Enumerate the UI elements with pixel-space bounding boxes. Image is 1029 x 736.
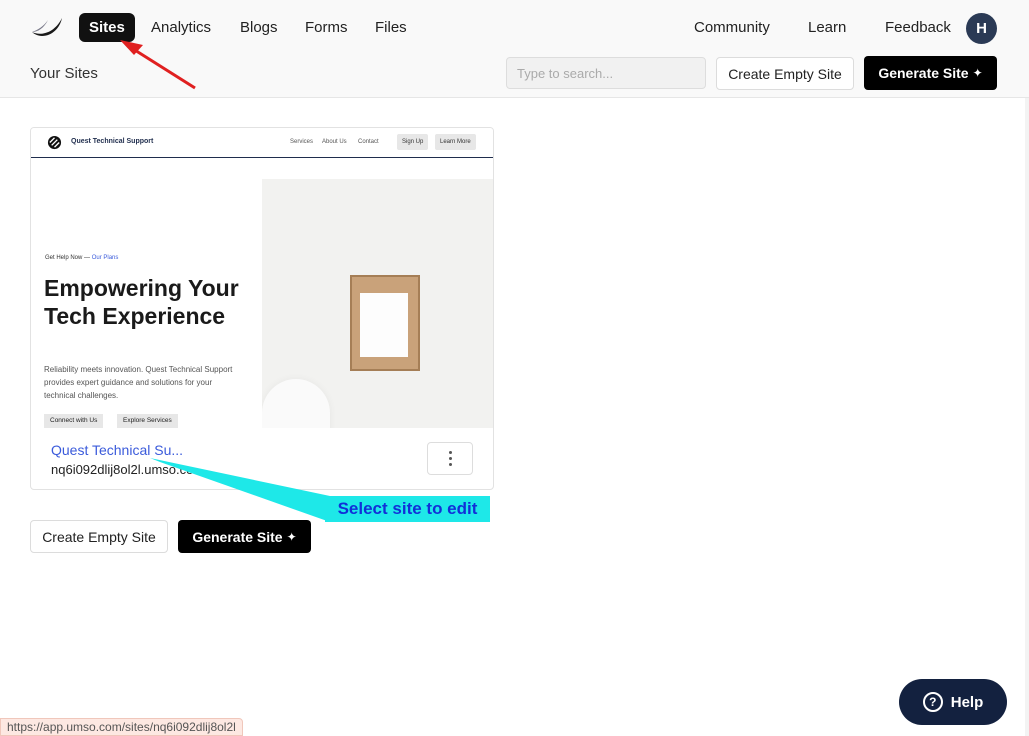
preview-nav-button: Sign Up [397, 134, 429, 150]
site-name-link[interactable]: Quest Technical Su... [51, 442, 183, 458]
preview-nav-link: Contact [358, 139, 379, 145]
nav-analytics[interactable]: Analytics [141, 13, 221, 42]
generate-site-label: Generate Site [192, 528, 283, 545]
generate-site-button-top[interactable]: Generate Site ✦ [864, 56, 997, 90]
nav-learn[interactable]: Learn [798, 13, 856, 42]
preview-logo-icon [47, 135, 62, 150]
preview-frame-paper [360, 293, 408, 357]
generate-site-label: Generate Site [878, 65, 969, 81]
kebab-dot [448, 451, 452, 454]
kebab-dot [448, 463, 452, 466]
preview-nav-link: About Us [322, 139, 347, 145]
search-input[interactable] [506, 57, 706, 89]
preview-nav-button: Learn More [435, 134, 476, 150]
create-empty-site-button-top[interactable]: Create Empty Site [716, 57, 854, 90]
preview-headline: Empowering Your Tech Experience [44, 275, 239, 329]
kebab-dot [448, 457, 452, 460]
site-subdomain: nq6i092dlij8ol2l.umso.co [51, 462, 194, 477]
help-button[interactable]: ? Help [899, 679, 1007, 725]
nav-blogs[interactable]: Blogs [230, 13, 288, 42]
preview-cta-button: Connect with Us [44, 414, 104, 428]
nav-files[interactable]: Files [365, 13, 417, 42]
more-options-button[interactable] [427, 442, 473, 475]
preview-eyebrow: Get Help Now — Our Plans [45, 255, 119, 261]
site-preview-thumbnail[interactable]: Quest Technical Support Services About U… [31, 128, 493, 428]
create-empty-site-button[interactable]: Create Empty Site [30, 520, 168, 553]
top-navigation-bar: Sites Analytics Blogs Forms Files Commun… [0, 0, 1029, 98]
user-avatar[interactable]: H [966, 13, 997, 44]
umso-logo-icon[interactable] [30, 14, 64, 38]
preview-nav-link: Services [290, 139, 314, 145]
preview-lamp-shape [262, 379, 330, 428]
site-card[interactable]: Quest Technical Support Services About U… [30, 127, 494, 490]
scrollbar-track[interactable] [1025, 98, 1029, 736]
preview-navbar: Quest Technical Support Services About U… [31, 128, 493, 158]
preview-description: Reliability meets innovation. Quest Tech… [44, 365, 233, 400]
sparkle-icon: ✦ [286, 529, 297, 544]
nav-community[interactable]: Community [684, 13, 780, 42]
browser-status-url: https://app.umso.com/sites/nq6i092dlij8o… [0, 718, 243, 736]
page-title: Your Sites [30, 65, 98, 82]
preview-brand: Quest Technical Support [71, 138, 154, 145]
nav-feedback[interactable]: Feedback [875, 13, 961, 42]
sparkle-icon: ✦ [972, 66, 983, 80]
preview-hero-image [262, 179, 493, 428]
nav-forms[interactable]: Forms [295, 13, 358, 42]
nav-sites[interactable]: Sites [79, 13, 135, 42]
preview-eyebrow-link: Our Plans [91, 255, 119, 261]
help-question-icon: ? [922, 692, 943, 712]
generate-site-button[interactable]: Generate Site ✦ [178, 520, 311, 553]
help-label: Help [950, 693, 984, 711]
preview-cta-button: Explore Services [117, 414, 178, 428]
preview-picture-frame [350, 275, 420, 371]
preview-eyebrow-text: Get Help Now [45, 255, 83, 261]
annotation-callout: Select site to edit [325, 496, 490, 522]
